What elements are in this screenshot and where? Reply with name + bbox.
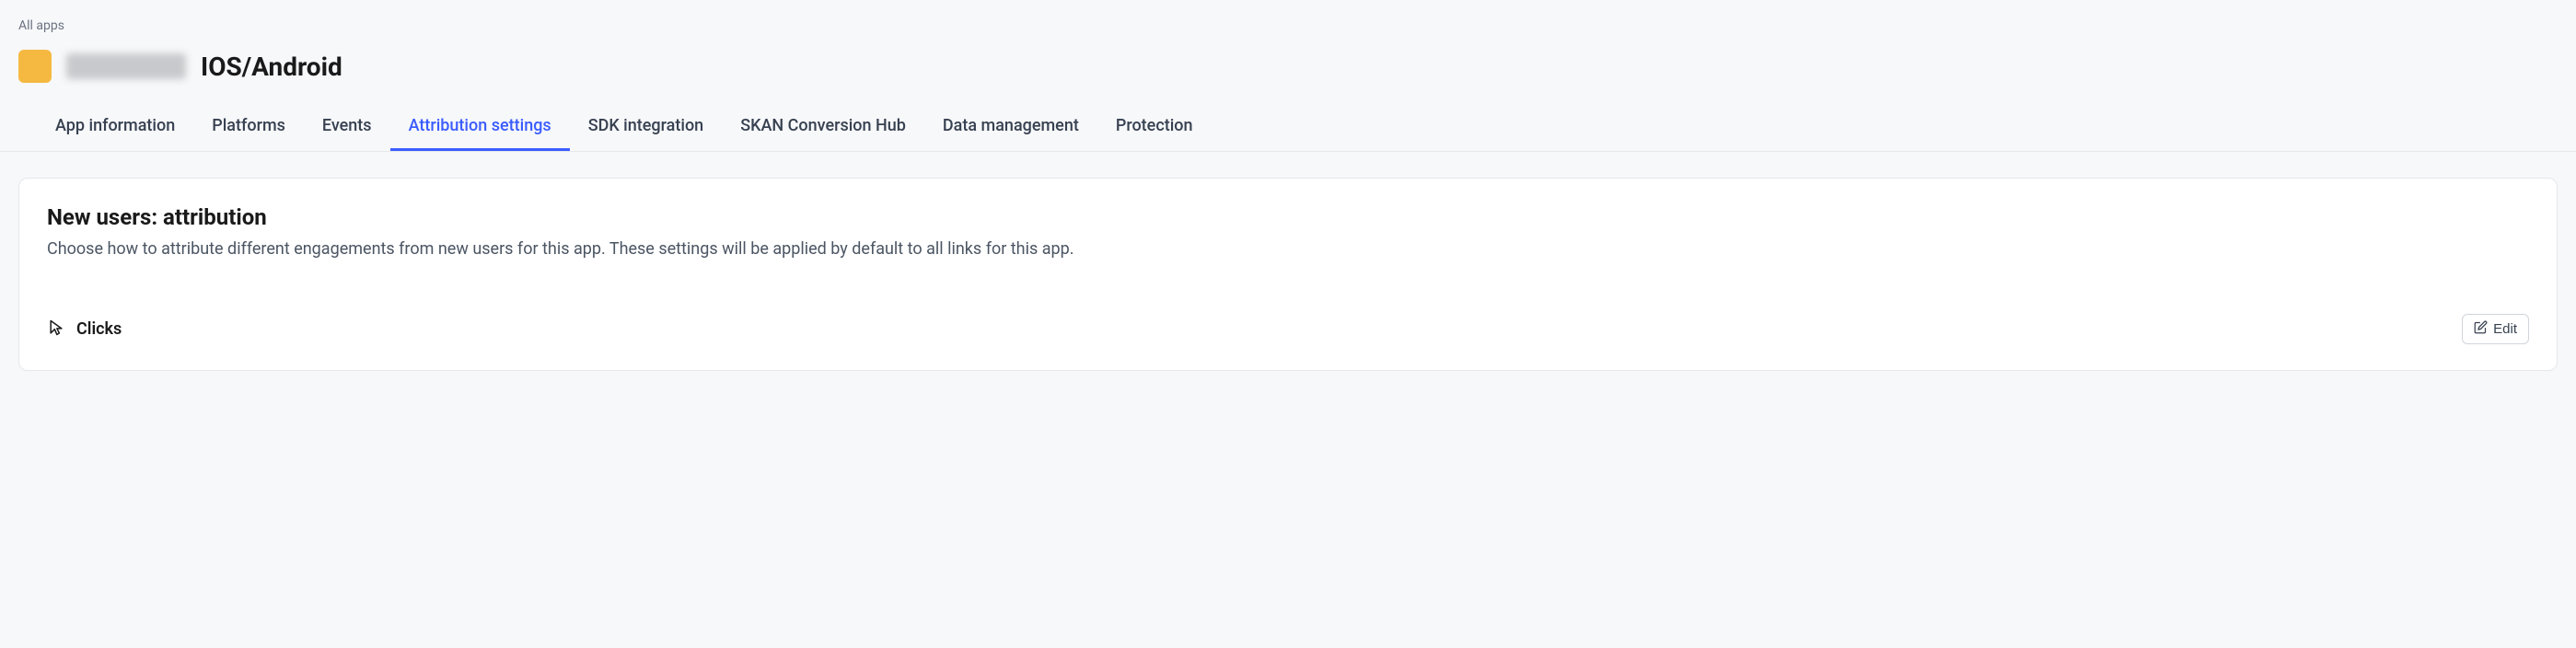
subsection-label: Clicks <box>76 319 122 339</box>
subsection-left: Clicks <box>47 318 122 341</box>
section-description: Choose how to attribute different engage… <box>47 239 2529 259</box>
tab-protection[interactable]: Protection <box>1097 105 1212 151</box>
tab-platforms[interactable]: Platforms <box>193 105 304 151</box>
app-title: IOS/Android <box>201 52 342 82</box>
attribution-card: New users: attribution Choose how to att… <box>18 178 2558 371</box>
section-title: New users: attribution <box>47 204 2529 230</box>
tab-attribution-settings[interactable]: Attribution settings <box>390 105 570 151</box>
edit-button[interactable]: Edit <box>2462 314 2529 344</box>
tab-sdk-integration[interactable]: SDK integration <box>570 105 723 151</box>
edit-icon <box>2474 320 2488 338</box>
app-name-redacted <box>66 53 186 79</box>
app-icon <box>18 50 52 83</box>
tab-app-information[interactable]: App information <box>37 105 193 151</box>
tab-data-management[interactable]: Data management <box>924 105 1097 151</box>
edit-button-label: Edit <box>2493 321 2517 337</box>
tab-skan-conversion-hub[interactable]: SKAN Conversion Hub <box>722 105 924 151</box>
tab-events[interactable]: Events <box>304 105 390 151</box>
app-title-row: IOS/Android <box>18 50 2558 83</box>
clicks-subsection: Clicks Edit <box>47 295 2529 344</box>
page-header: All apps IOS/Android App information Pla… <box>0 0 2576 152</box>
breadcrumb[interactable]: All apps <box>18 18 2558 33</box>
cursor-icon <box>47 318 65 341</box>
nav-tabs: App information Platforms Events Attribu… <box>18 105 2558 151</box>
